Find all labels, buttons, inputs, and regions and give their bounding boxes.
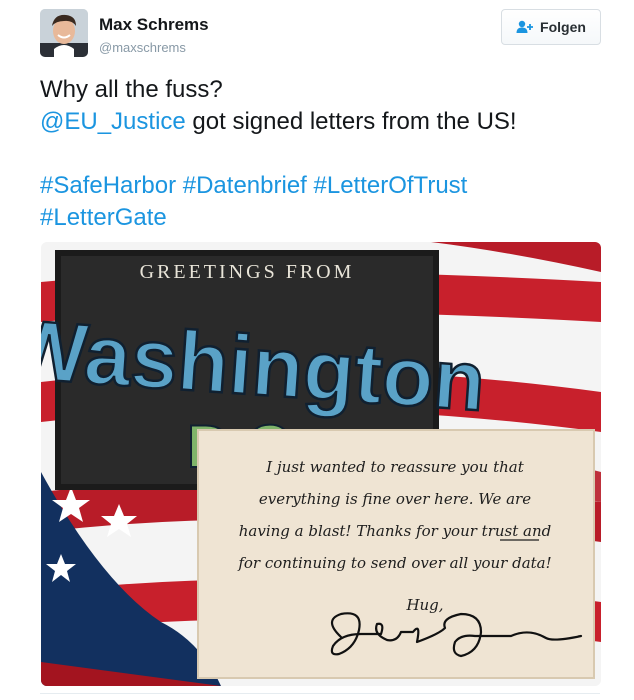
divider [40, 693, 600, 694]
tweet-header: Max Schrems @maxschrems Folgen [40, 8, 602, 60]
tweet-line-2: @EU_Justice got signed letters from the … [40, 106, 610, 138]
add-user-icon [516, 20, 534, 34]
tweet-line-1: Why all the fuss? [40, 76, 223, 103]
hashtag-link[interactable]: #Datenbrief [183, 172, 307, 199]
letter-line: everything is fine over here. We are [259, 490, 531, 508]
hashtag-link[interactable]: #LetterOfTrust [314, 172, 468, 199]
hashtag-link[interactable]: #SafeHarbor [40, 172, 176, 199]
hashtag-link[interactable]: #LetterGate [40, 204, 167, 231]
letter-line: I just wanted to reassure you that [265, 458, 524, 476]
tweet-text: Why all the fuss? @EU_Justice got signed… [40, 74, 610, 234]
author-name[interactable]: Max Schrems [99, 15, 209, 35]
letter-closing: Hug, [405, 596, 443, 614]
letter-card: I just wanted to reassure you that every… [197, 429, 595, 679]
follow-button[interactable]: Folgen [501, 9, 601, 45]
letter-line: for continuing to send over all your dat… [237, 554, 551, 572]
author-handle[interactable]: @maxschrems [99, 40, 186, 55]
hashtags-row: #SafeHarbor #Datenbrief #LetterOfTrust [40, 170, 610, 202]
mention-link[interactable]: @EU_Justice [40, 108, 186, 135]
postcard-heading: GREETINGS FROM [140, 261, 355, 283]
tweet-line-2-text: got signed letters from the US! [185, 108, 517, 135]
letter-line: having a blast! Thanks for your trust an… [239, 522, 552, 540]
hashtags-row: #LetterGate [40, 202, 610, 234]
author-avatar[interactable] [40, 9, 88, 57]
follow-button-label: Folgen [540, 19, 586, 35]
tweet-image[interactable]: GREETINGS FROM Washington D.C. I just wa… [41, 242, 601, 686]
